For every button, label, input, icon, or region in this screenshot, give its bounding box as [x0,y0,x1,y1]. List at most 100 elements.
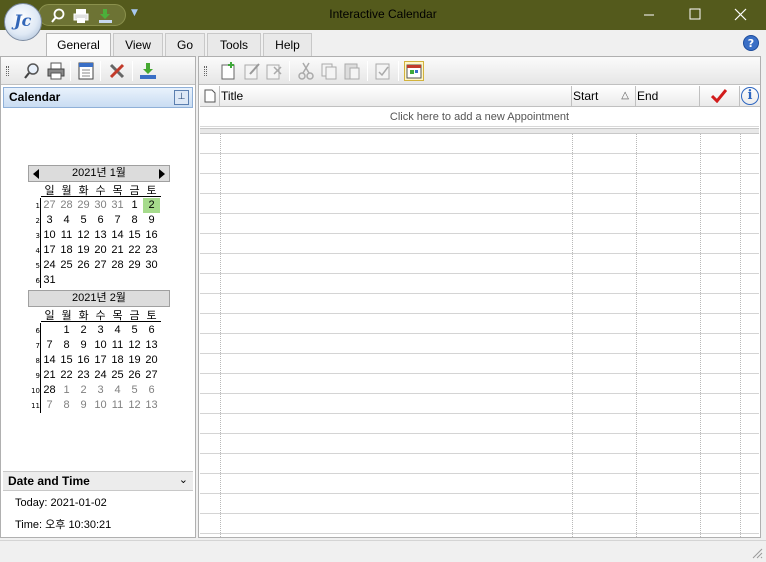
calendar-day[interactable]: 4 [109,323,126,338]
calendar-day[interactable]: 2 [75,323,92,338]
calendar-day[interactable]: 10 [41,228,58,243]
calendar-sync-icon[interactable] [404,61,424,81]
help-icon[interactable]: ? [743,35,759,51]
calendar-day[interactable]: 4 [58,213,75,228]
calendar-day[interactable]: 12 [75,228,92,243]
close-icon[interactable] [718,0,764,30]
maximize-icon[interactable] [672,0,718,30]
calendar-day[interactable]: 8 [126,213,143,228]
calendar-day[interactable]: 30 [143,258,160,273]
calendar-day[interactable]: 19 [75,243,92,258]
previous-month-icon[interactable] [33,169,39,179]
tab-go[interactable]: Go [165,33,205,57]
calendar-day[interactable]: 20 [143,353,160,368]
paste-icon[interactable] [342,61,362,81]
calendar-day[interactable]: 7 [41,398,58,413]
column-header-type[interactable] [200,86,220,107]
minimize-icon[interactable] [626,0,672,30]
calendar-day[interactable]: 9 [75,398,92,413]
calendar-day[interactable]: 11 [109,398,126,413]
month-header[interactable]: 2021년 2월 [28,290,170,307]
appointment-grid[interactable] [200,134,759,537]
calendar-day[interactable]: 18 [58,243,75,258]
calendar-day[interactable]: 7 [109,213,126,228]
calendar-day[interactable]: 25 [58,258,75,273]
pin-icon[interactable]: ⊥ [174,90,189,105]
calendar-day[interactable]: 24 [92,368,109,383]
cut-icon[interactable] [296,61,316,81]
app-logo[interactable]: Jc [4,3,42,41]
copy-icon[interactable] [319,61,339,81]
calendar-day[interactable]: 16 [75,353,92,368]
calendar-day[interactable]: 10 [92,398,109,413]
add-appointment-row[interactable]: Click here to add a new Appointment [200,108,759,127]
calendar-day[interactable]: 6 [92,213,109,228]
calendar-day[interactable]: 13 [143,398,160,413]
calendar-day[interactable]: 8 [58,338,75,353]
calendar-day[interactable]: 25 [109,368,126,383]
calendar-day[interactable]: 14 [41,353,58,368]
calendar-day[interactable]: 2 [75,383,92,398]
calendar-day[interactable]: 8 [58,398,75,413]
tab-general[interactable]: General [46,33,111,57]
calendar-day[interactable]: 26 [126,368,143,383]
calendar-day[interactable]: 21 [109,243,126,258]
calendar-day[interactable]: 13 [143,338,160,353]
calendar-day[interactable]: 6 [143,383,160,398]
tab-tools[interactable]: Tools [207,33,261,57]
calendar-day[interactable]: 31 [41,273,58,288]
calendar-day[interactable]: 13 [92,228,109,243]
edit-icon[interactable] [242,61,262,81]
calendar-day[interactable]: 23 [143,243,160,258]
search-icon[interactable] [22,61,42,81]
delete-icon[interactable] [264,61,284,81]
calendar-day-today[interactable]: 2 [143,198,160,213]
column-header-end[interactable]: End [636,86,700,107]
month-header[interactable]: 2021년 1월 [28,165,170,182]
calendar-day[interactable]: 27 [41,198,58,213]
calendar-day[interactable]: 26 [75,258,92,273]
calendar-day[interactable]: 28 [58,198,75,213]
calendar-day[interactable]: 7 [41,338,58,353]
calendar-day[interactable]: 5 [126,383,143,398]
calendar-day[interactable]: 10 [92,338,109,353]
column-header-complete[interactable] [700,86,740,107]
date-time-panel-header[interactable]: Date and Time ⌄ [3,471,193,491]
calendar-day[interactable]: 28 [109,258,126,273]
calendar-day[interactable]: 27 [92,258,109,273]
calendar-day[interactable]: 28 [41,383,58,398]
print-icon[interactable] [46,61,66,81]
calendar-day[interactable]: 5 [75,213,92,228]
calendar-day[interactable]: 6 [143,323,160,338]
column-header-info[interactable]: i [740,86,760,107]
calendar-day[interactable]: 3 [41,213,58,228]
calendar-view-icon[interactable] [76,61,96,81]
calendar-day[interactable]: 24 [41,258,58,273]
calendar-day[interactable]: 5 [126,323,143,338]
calendar-day[interactable]: 9 [75,338,92,353]
calendar-day[interactable]: 12 [126,338,143,353]
chevron-down-icon[interactable]: ⌄ [179,473,188,486]
settings-tools-icon[interactable] [107,61,127,81]
calendar-day[interactable]: 19 [126,353,143,368]
calendar-day[interactable]: 4 [109,383,126,398]
toolbar-grip[interactable] [6,66,9,76]
calendar-day[interactable]: 1 [58,323,75,338]
resize-grip-icon[interactable] [751,547,763,559]
new-appointment-icon[interactable] [218,61,238,81]
calendar-day[interactable]: 12 [126,398,143,413]
calendar-day[interactable]: 20 [92,243,109,258]
calendar-day[interactable]: 9 [143,213,160,228]
calendar-day[interactable]: 17 [92,353,109,368]
calendar-day[interactable]: 18 [109,353,126,368]
calendar-day[interactable]: 1 [58,383,75,398]
properties-icon[interactable] [373,61,393,81]
calendar-day[interactable]: 3 [92,323,109,338]
calendar-day[interactable]: 11 [109,338,126,353]
download-icon[interactable] [138,61,158,81]
tab-view[interactable]: View [113,33,163,57]
calendar-day[interactable]: 16 [143,228,160,243]
next-month-icon[interactable] [159,169,165,179]
calendar-day[interactable]: 15 [58,353,75,368]
calendar-day[interactable]: 21 [41,368,58,383]
